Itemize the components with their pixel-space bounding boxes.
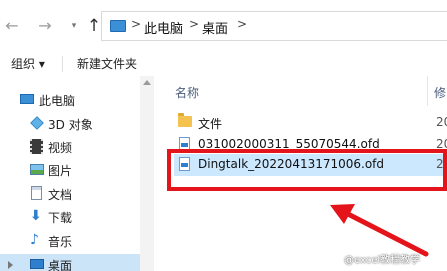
- watermark: @excel教程教学: [344, 255, 421, 266]
- red-pointer-arrow-icon: [330, 204, 429, 257]
